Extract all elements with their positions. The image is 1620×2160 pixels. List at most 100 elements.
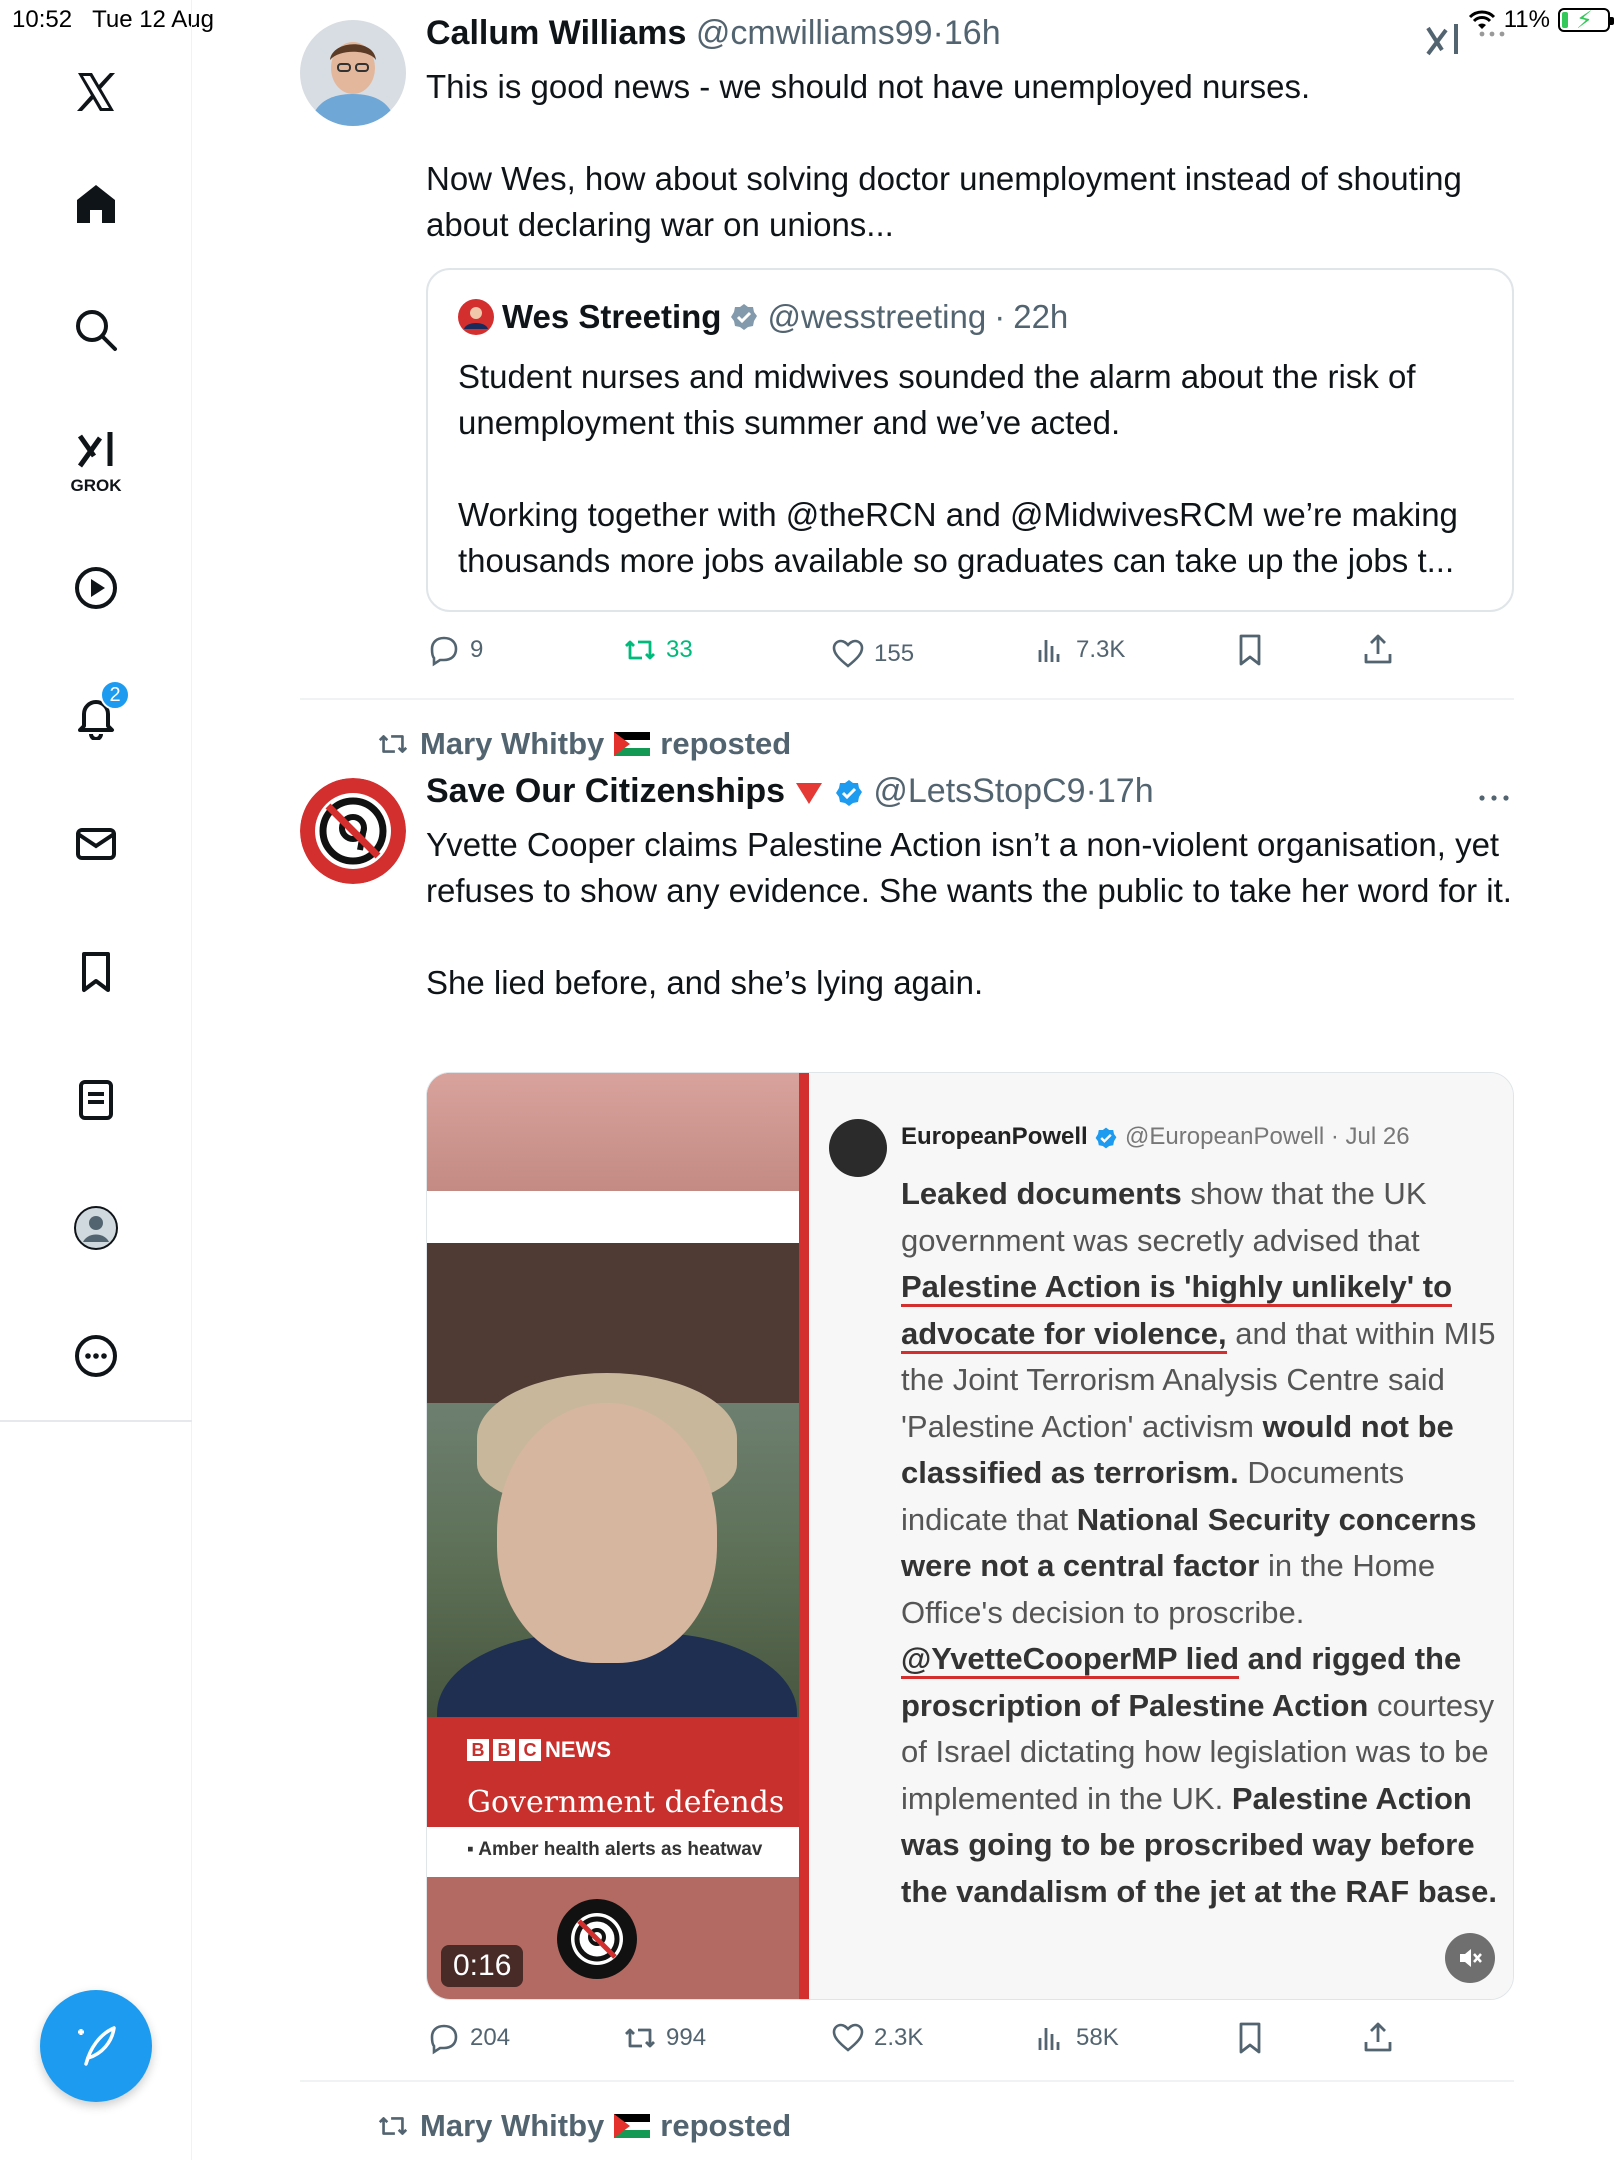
grok-icon[interactable] [66,420,126,480]
palestine-flag-icon [614,2114,651,2138]
tweet-text: This is good news - we should not have u… [426,64,1516,248]
battery-percent: 11% [1503,6,1550,33]
tweet-paragraph: She lied before, and she’s lying again. [426,964,984,1001]
embedded-avatar [829,1119,887,1177]
reply-count: 9 [470,636,484,663]
embedded-text-segment[interactable]: @YvetteCooperMP lied [901,1641,1240,1679]
like-button[interactable]: 2.3K [830,2020,923,2056]
tweet-paragraph: Yvette Cooper claims Palestine Action is… [426,826,1512,909]
repost-context-icon [378,735,408,753]
heart-icon [832,2023,864,2052]
home-icon[interactable] [66,174,126,234]
verified-blue-icon [835,780,862,807]
channel-logo [557,1899,637,1979]
notifications-icon[interactable]: 2 [66,680,130,746]
tweet-divider [300,698,1514,700]
quote-author-name: Wes Streeting [502,298,722,335]
views-icon [1038,2028,1060,2050]
more-icon[interactable] [66,1326,126,1386]
quote-author-handle: @wesstreeting [767,298,987,335]
views-button[interactable]: 7.3K [1032,632,1125,668]
sidebar-divider [0,1420,192,1422]
video-icon[interactable] [66,558,126,618]
repost-icon [625,640,655,660]
tweet-actions: 9 33 155 7.3K [426,632,1426,676]
tweet-video[interactable]: B B C NEWS Government defends ▪ Amber healt… [426,1072,1514,2000]
quote-header: Wes Streeting @wesstreeting · 22h [458,298,1068,336]
more-options-icon[interactable] [1478,794,1510,802]
embedded-text-segment: Leaked documents [901,1176,1182,1211]
repost-context[interactable]: Mary Whitby reposted [376,726,791,762]
reply-button[interactable]: 204 [426,2020,510,2056]
quote-avatar [458,299,494,335]
bookmarks-icon[interactable] [66,942,126,1002]
embedded-tweet-screenshot: EuropeanPowell @EuropeanPowell · Jul 26 … [809,1073,1513,1999]
quote-time: 22h [1013,298,1069,335]
author-name[interactable]: Save Our Citizenships [426,772,785,810]
avatar-save-our-citizenships[interactable] [300,778,406,884]
tweet-header: Callum Williams @cmwilliams99·16h [426,14,1001,52]
like-button[interactable]: 155 [830,636,914,672]
tweet-divider [300,2080,1514,2082]
views-count: 58K [1076,2024,1119,2051]
embedded-handle: @EuropeanPowell [1125,1123,1325,1150]
palestine-flag-icon [614,732,651,756]
tweet-header: Save Our Citizenships @LetsStopC9·17h [426,772,1154,810]
compose-icon [78,2026,116,2066]
repost-button[interactable]: 994 [622,2020,706,2056]
repost-button[interactable]: 33 [622,632,693,668]
notifications-badge: 2 [100,680,130,710]
repost-count: 994 [666,2024,707,2051]
embedded-header: EuropeanPowell @EuropeanPowell · Jul 26 [901,1123,1410,1150]
author-handle[interactable]: @LetsStopC9 [873,772,1085,810]
bookmark-icon [1239,634,1261,666]
repost-context[interactable]: Mary Whitby reposted [376,2108,791,2144]
reposter-name: Mary Whitby [420,2108,605,2143]
heart-icon [832,639,864,668]
grok-label: GROK [70,476,122,495]
bookmark-button[interactable] [1232,2020,1268,2056]
sidebar: GROK 2 [0,0,192,2160]
red-triangle-icon [796,783,823,805]
tweet-time[interactable]: 16h [944,14,1001,52]
reply-icon [430,636,458,667]
quoted-tweet[interactable]: Wes Streeting @wesstreeting · 22h Student … [426,268,1514,612]
views-icon [1038,640,1060,662]
bookmark-button[interactable] [1232,632,1268,668]
verified-grey-icon [731,304,758,330]
author-name[interactable]: Callum Williams [426,14,686,52]
tweet-time[interactable]: 17h [1097,772,1154,810]
avatar-callum[interactable] [300,20,406,126]
lists-icon[interactable] [66,1070,126,1130]
profile-icon[interactable] [66,1198,126,1258]
tweet-text: Yvette Cooper claims Palestine Action is… [426,822,1516,1006]
author-handle[interactable]: @cmwilliams99 [696,14,933,52]
reply-button[interactable]: 9 [426,632,483,668]
like-count: 2.3K [874,2024,924,2051]
mute-button[interactable] [1445,1933,1495,1983]
grok-top-icon[interactable] [1424,20,1464,58]
share-icon [1364,2022,1392,2052]
repost-count: 33 [666,636,693,663]
quote-paragraph: Working together with @theRCN and @Midwi… [458,496,1458,579]
share-button[interactable] [1360,2020,1396,2056]
x-logo-icon[interactable] [66,62,126,122]
battery-icon: ⚡ [1558,7,1614,34]
embedded-name: EuropeanPowell [901,1123,1088,1150]
messages-icon[interactable] [66,814,126,874]
reposted-label: reposted [660,726,792,761]
share-icon [1364,634,1392,664]
more-dots-top-icon [1479,31,1505,37]
share-button[interactable] [1360,632,1396,668]
embedded-text: Leaked documents show that the UK govern… [901,1171,1501,1915]
embedded-time: Jul 26 [1345,1123,1410,1150]
wifi-icon [1468,10,1495,29]
tweet-actions: 204 994 2.3K 58K [426,2020,1426,2064]
views-button[interactable]: 58K [1032,2020,1119,2056]
repost-icon [625,2028,655,2048]
compose-button[interactable] [40,1990,152,2102]
search-icon[interactable] [66,300,126,360]
video-duration: 0:16 [441,1945,524,1987]
bookmark-icon [1239,2022,1261,2054]
reply-count: 204 [470,2024,511,2051]
